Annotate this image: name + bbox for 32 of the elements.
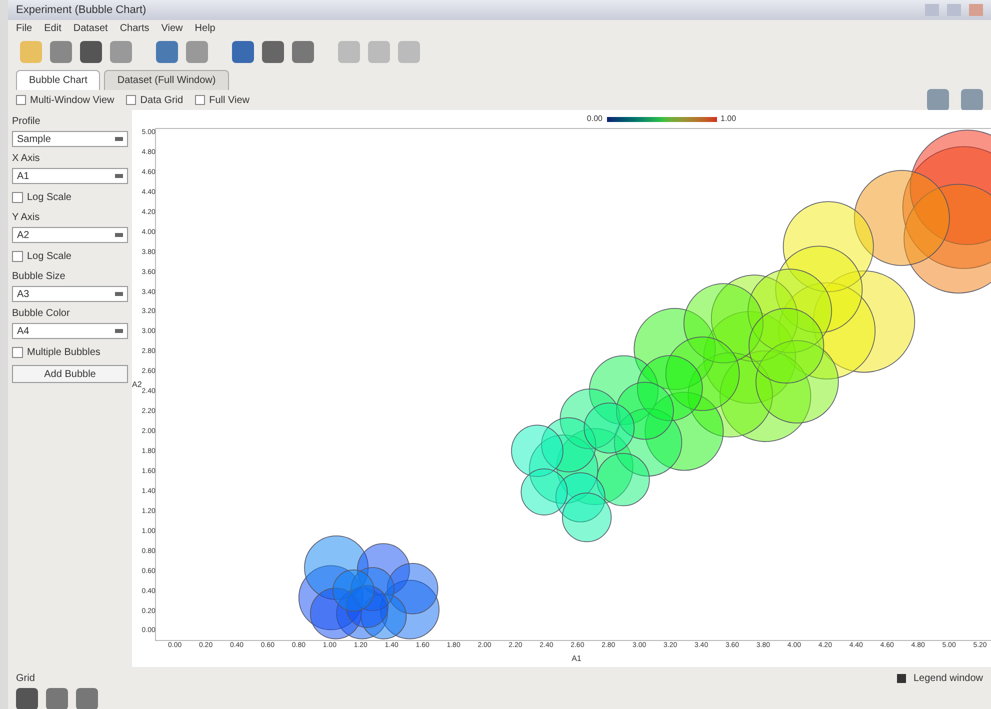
menu-item[interactable]: File bbox=[16, 20, 32, 36]
menu-item[interactable]: Dataset bbox=[73, 20, 108, 36]
dropdown[interactable]: A1 bbox=[12, 168, 128, 184]
axis-label: A2 bbox=[132, 378, 142, 390]
field-label: Profile bbox=[12, 115, 42, 129]
status-label: Legend window bbox=[914, 672, 983, 686]
menu-item[interactable]: Charts bbox=[120, 20, 150, 36]
dropdown[interactable]: A3 bbox=[12, 286, 128, 302]
field-label: X Axis bbox=[12, 152, 41, 166]
checkbox-label: Data Grid bbox=[140, 94, 184, 108]
window-title: Experiment (Bubble Chart) bbox=[16, 2, 146, 18]
legend-min: 0.00 bbox=[586, 113, 602, 125]
tab[interactable]: Dataset (Full Window) bbox=[104, 70, 229, 90]
checkbox-label: Log Scale bbox=[27, 190, 72, 204]
field-label: Y Axis bbox=[12, 211, 41, 225]
tab[interactable]: Bubble Chart bbox=[16, 70, 100, 90]
menu-item[interactable]: View bbox=[161, 20, 183, 36]
menu-item[interactable]: Edit bbox=[44, 20, 62, 36]
checkbox-label: Full View bbox=[209, 94, 250, 108]
dropdown[interactable]: A2 bbox=[12, 227, 128, 243]
field-label: Bubble Color bbox=[12, 307, 71, 321]
menu-item[interactable]: Help bbox=[194, 20, 216, 36]
add-button[interactable]: Add Bubble bbox=[12, 365, 128, 383]
status-label: Grid bbox=[16, 672, 35, 686]
legend-max: 1.00 bbox=[720, 113, 736, 125]
dropdown[interactable]: A4 bbox=[12, 323, 128, 339]
dropdown[interactable]: Sample bbox=[12, 131, 128, 147]
checkbox-label: Log Scale bbox=[27, 250, 72, 264]
checkbox-label: Multi-Window View bbox=[30, 94, 114, 108]
axis-label: A1 bbox=[570, 653, 582, 665]
checkbox-label: Multiple Bubbles bbox=[27, 346, 100, 360]
field-label: Bubble Size bbox=[12, 270, 66, 284]
